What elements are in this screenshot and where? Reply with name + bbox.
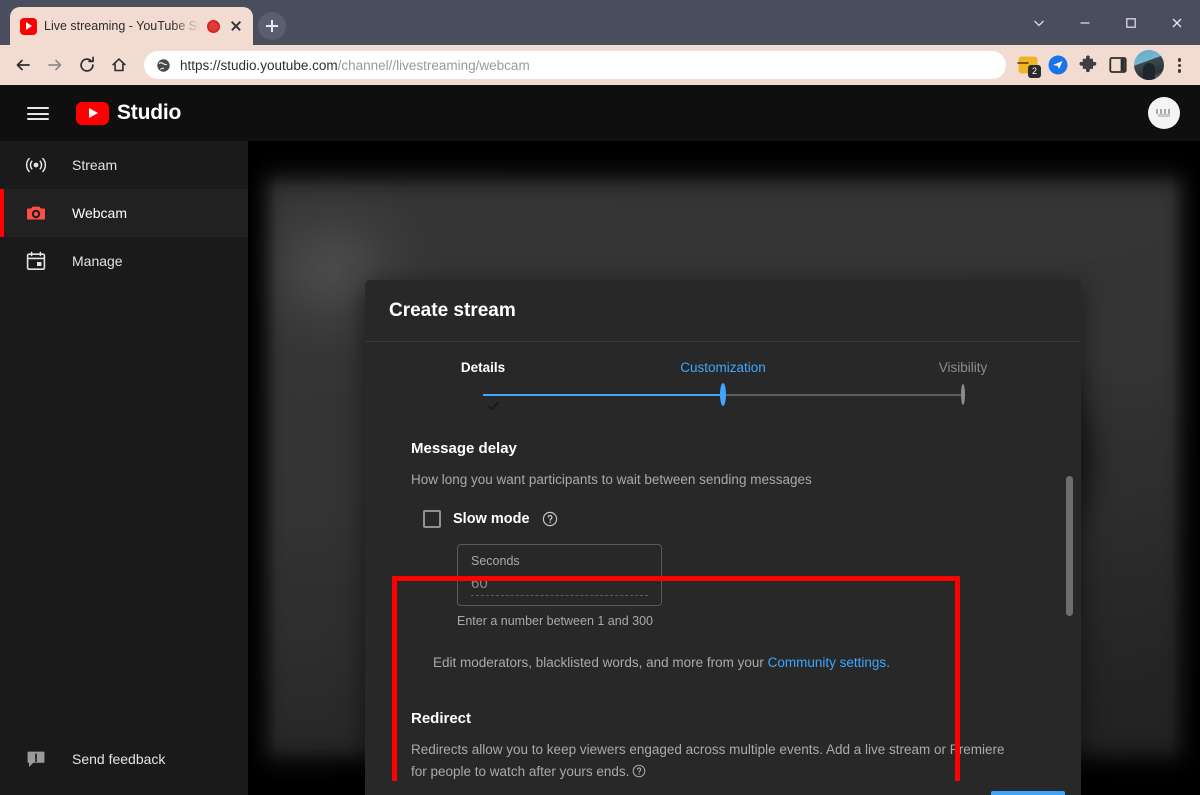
youtube-icon: [20, 18, 37, 35]
dialog-header: Create stream: [365, 280, 1081, 342]
hamburger-menu-icon[interactable]: [26, 101, 50, 125]
extension-icons: 2: [1014, 50, 1192, 80]
reload-icon[interactable]: [72, 50, 102, 80]
new-tab-button[interactable]: [258, 12, 286, 40]
community-settings-note-suffix: .: [886, 655, 890, 670]
slow-mode-label: Slow mode: [453, 511, 530, 527]
vertical-scrollbar[interactable]: [1066, 424, 1073, 781]
seconds-input-label: Seconds: [471, 554, 648, 568]
redirect-section: Redirect Redirects allow you to keep vie…: [389, 692, 1057, 781]
send-extension-icon[interactable]: [1044, 51, 1072, 79]
studio-header: Studio: [0, 85, 1200, 141]
sidebar-item-label: Stream: [72, 157, 117, 173]
community-settings-note: Edit moderators, blacklisted words, and …: [433, 655, 1035, 670]
message-delay-section: Message delay How long you want particip…: [389, 424, 1057, 692]
dialog-body: Message delay How long you want particip…: [365, 424, 1081, 781]
back-arrow-icon[interactable]: [8, 50, 38, 80]
youtube-play-icon: [76, 102, 109, 125]
home-icon[interactable]: [104, 50, 134, 80]
maximize-icon[interactable]: [1108, 0, 1154, 45]
sidebar-item-send-feedback[interactable]: Send feedback: [0, 735, 248, 783]
scrollbar-thumb[interactable]: [1066, 476, 1073, 616]
puzzle-extensions-icon[interactable]: [1074, 51, 1102, 79]
sidebar-item-manage[interactable]: Manage: [0, 237, 248, 285]
slow-mode-checkbox[interactable]: [423, 510, 441, 528]
community-settings-link[interactable]: Community settings: [768, 655, 887, 670]
chevron-down-icon[interactable]: [1016, 0, 1062, 45]
seconds-input-underline: [471, 595, 648, 596]
window-controls: [1016, 0, 1200, 45]
seconds-input[interactable]: Seconds 60: [457, 544, 662, 606]
dialog-stepper: Details Customization Visibility: [365, 342, 1081, 424]
url-text: https://studio.youtube.com/channel//live…: [180, 58, 530, 73]
url-host: https://studio.youtube.com: [180, 58, 338, 73]
stepper-labels: Details Customization Visibility: [365, 360, 1081, 380]
step-dot-customization[interactable]: [720, 386, 726, 404]
sidebar-footer: Send feedback: [0, 735, 248, 783]
page-viewport: Studio Stream: [0, 85, 1200, 795]
seconds-input-value: 60: [471, 575, 648, 592]
sidebar-item-stream[interactable]: Stream: [0, 141, 248, 189]
studio-logo-text: Studio: [117, 101, 181, 125]
slow-mode-row: Slow mode: [423, 510, 1035, 528]
seconds-input-hint: Enter a number between 1 and 300: [457, 614, 1035, 628]
step-label-customization[interactable]: Customization: [680, 360, 766, 375]
tab-title: Live streaming - YouTube Stu: [44, 19, 200, 33]
dialog-footer: BACK NEXT: [365, 781, 1081, 795]
feedback-icon: [24, 747, 48, 771]
forward-arrow-icon[interactable]: [40, 50, 70, 80]
globe-icon: [156, 58, 171, 73]
minimize-icon[interactable]: [1062, 0, 1108, 45]
next-button[interactable]: NEXT: [991, 791, 1065, 795]
step-label-visibility[interactable]: Visibility: [939, 360, 988, 375]
side-panel-icon[interactable]: [1104, 51, 1132, 79]
seconds-input-group: Seconds 60 Enter a number between 1 and …: [457, 544, 1035, 628]
close-icon[interactable]: [227, 17, 245, 35]
studio-sidebar: Stream Webcam: [0, 141, 248, 795]
extension-badge: 2: [1028, 65, 1041, 78]
create-stream-dialog: Create stream Details Customization Visi…: [365, 280, 1081, 795]
help-circle-icon[interactable]: [632, 763, 646, 777]
address-bar[interactable]: https://studio.youtube.com/channel//live…: [144, 51, 1006, 79]
chrome-menu-icon[interactable]: [1166, 51, 1192, 79]
channel-avatar[interactable]: [1148, 97, 1180, 129]
redirect-description-text: Redirects allow you to keep viewers enga…: [411, 742, 1005, 779]
message-delay-title: Message delay: [411, 440, 1035, 457]
step-label-details[interactable]: Details: [461, 360, 505, 375]
sidebar-item-label: Send feedback: [72, 751, 165, 767]
sidebar-item-label: Webcam: [72, 205, 127, 221]
tab-strip: Live streaming - YouTube Stu: [0, 0, 1200, 45]
camera-icon: [24, 201, 48, 225]
step-dot-visibility[interactable]: [961, 386, 965, 404]
studio-logo[interactable]: Studio: [76, 101, 181, 125]
redirect-description: Redirects allow you to keep viewers enga…: [411, 739, 1011, 781]
stepper-progress: [483, 394, 723, 396]
url-path: /channel//livestreaming/webcam: [338, 58, 530, 73]
dialog-scroll-content: Message delay How long you want particip…: [389, 424, 1057, 781]
community-settings-note-prefix: Edit moderators, blacklisted words, and …: [433, 655, 768, 670]
inactive-step-dot-icon: [961, 384, 965, 405]
active-step-dot-icon: [720, 383, 726, 406]
redirect-title: Redirect: [411, 710, 1035, 727]
browser-tab[interactable]: Live streaming - YouTube Stu: [10, 7, 253, 45]
dialog-title: Create stream: [389, 300, 516, 322]
sidebar-item-webcam[interactable]: Webcam: [0, 189, 248, 237]
broadcast-icon: [24, 153, 48, 177]
notes-extension-icon[interactable]: 2: [1014, 51, 1042, 79]
browser-toolbar: https://studio.youtube.com/channel//live…: [0, 45, 1200, 85]
message-delay-description: How long you want participants to wait b…: [411, 470, 1035, 490]
profile-avatar[interactable]: [1134, 50, 1164, 80]
record-dot-icon: [207, 20, 220, 33]
close-icon[interactable]: [1154, 0, 1200, 45]
calendar-icon: [24, 249, 48, 273]
browser-window: Live streaming - YouTube Stu: [0, 0, 1200, 795]
help-circle-icon[interactable]: [542, 511, 558, 527]
sidebar-item-label: Manage: [72, 253, 123, 269]
